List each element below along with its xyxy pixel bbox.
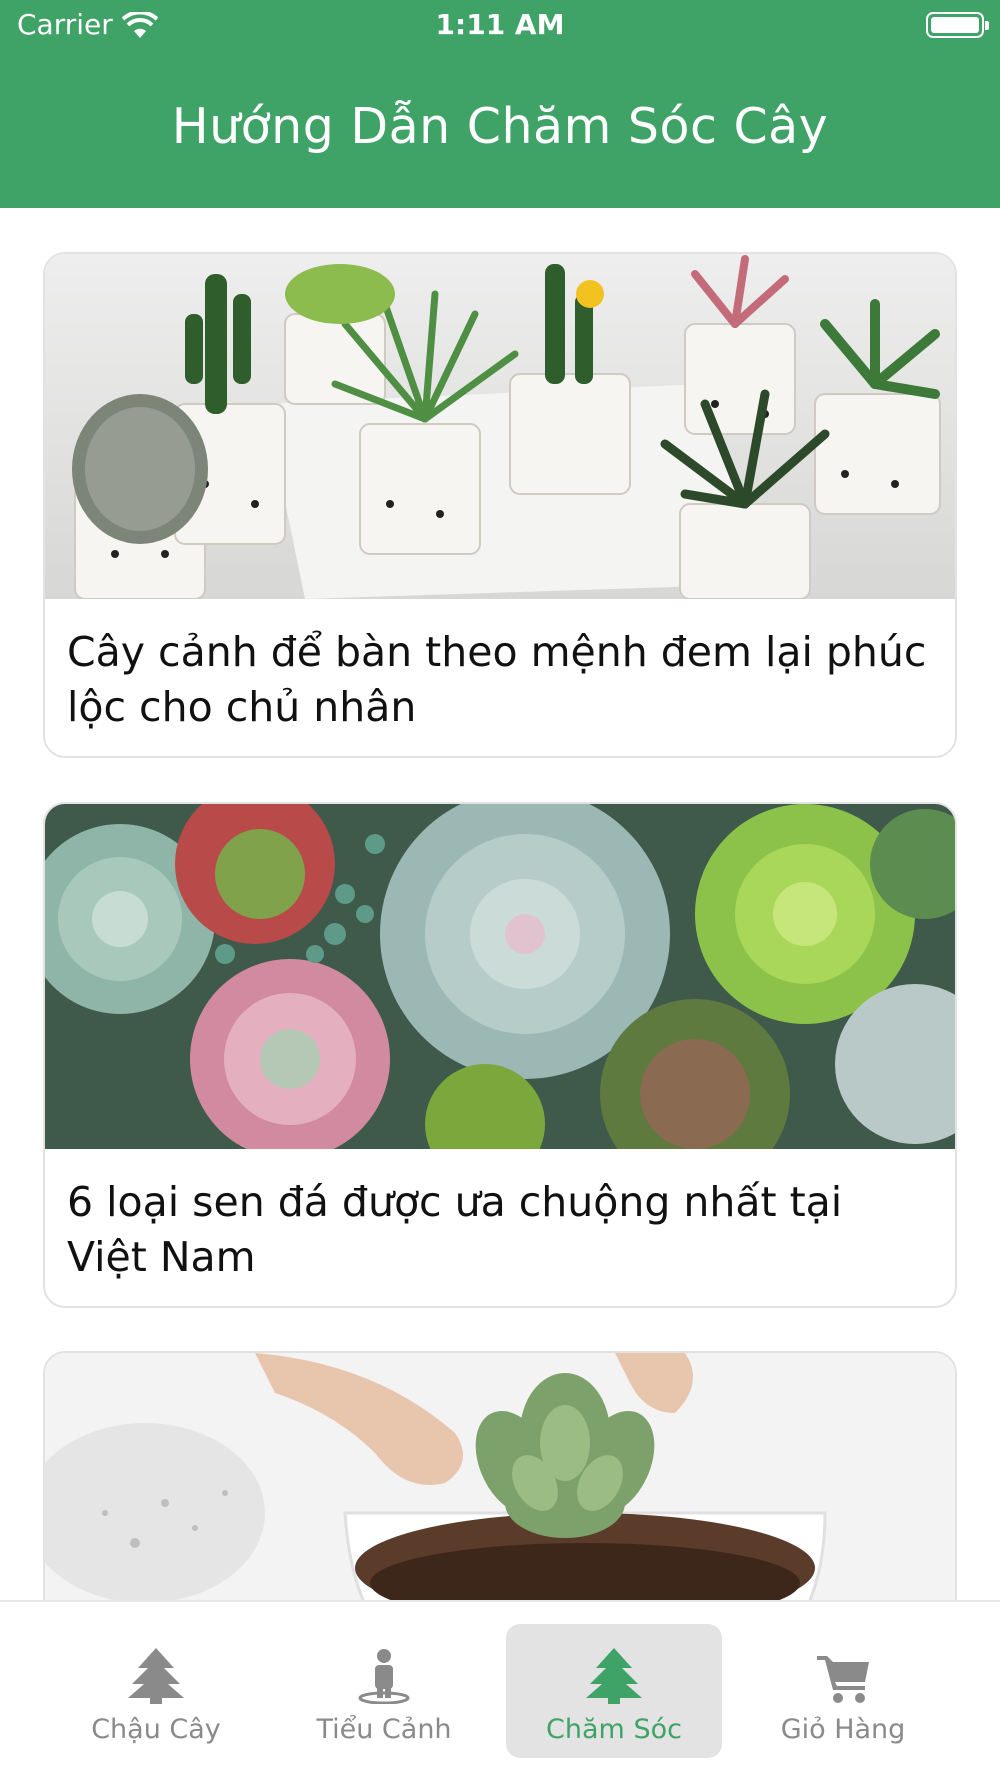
tab-label: Tiểu Cảnh [316, 1714, 452, 1745]
tab-label: Chăm Sóc [546, 1714, 682, 1745]
article-title: 6 loại sen đá được ưa chuộng nhất tại Vi… [67, 1178, 843, 1281]
cart-icon [817, 1656, 869, 1703]
article-card[interactable]: 6 loại sen đá được ưa chuộng nhất tại Vi… [43, 802, 957, 1308]
clock-label: 1:11 AM [435, 8, 565, 41]
tab-bar: Chậu Cây Tiểu Cảnh Chăm Sóc Giỏ Hàng [0, 1600, 1000, 1778]
page-title: Hướng Dẫn Chăm Sóc Cây [171, 98, 829, 155]
battery-icon [926, 12, 989, 38]
article-title: Cây cảnh để bàn theo mệnh đem lại phúc l… [67, 628, 927, 731]
article-image-potted-plants [45, 254, 955, 599]
tab-chau-cay[interactable]: Chậu Cây [48, 1624, 264, 1758]
tab-label: Chậu Cây [91, 1714, 221, 1745]
tab-cham-soc[interactable]: Chăm Sóc [506, 1624, 722, 1758]
tab-gio-hang[interactable]: Giỏ Hàng [735, 1624, 951, 1758]
tree-icon [128, 1648, 184, 1704]
tab-tieu-canh[interactable]: Tiểu Cảnh [276, 1624, 492, 1758]
article-card[interactable]: Cây cảnh để bàn theo mệnh đem lại phúc l… [43, 252, 957, 758]
tree-icon [586, 1648, 642, 1704]
article-list[interactable]: Cây cảnh để bàn theo mệnh đem lại phúc l… [0, 208, 1000, 1600]
article-card[interactable] [43, 1351, 957, 1600]
article-image-planting [45, 1353, 955, 1600]
app-header: Carrier 1:11 AM Hướng Dẫn Chăm Sóc Cây [0, 0, 1000, 208]
status-bar: Carrier 1:11 AM [0, 0, 1000, 52]
article-image-succulents [45, 804, 955, 1149]
tab-label: Giỏ Hàng [780, 1714, 906, 1745]
figure-icon [358, 1649, 410, 1704]
